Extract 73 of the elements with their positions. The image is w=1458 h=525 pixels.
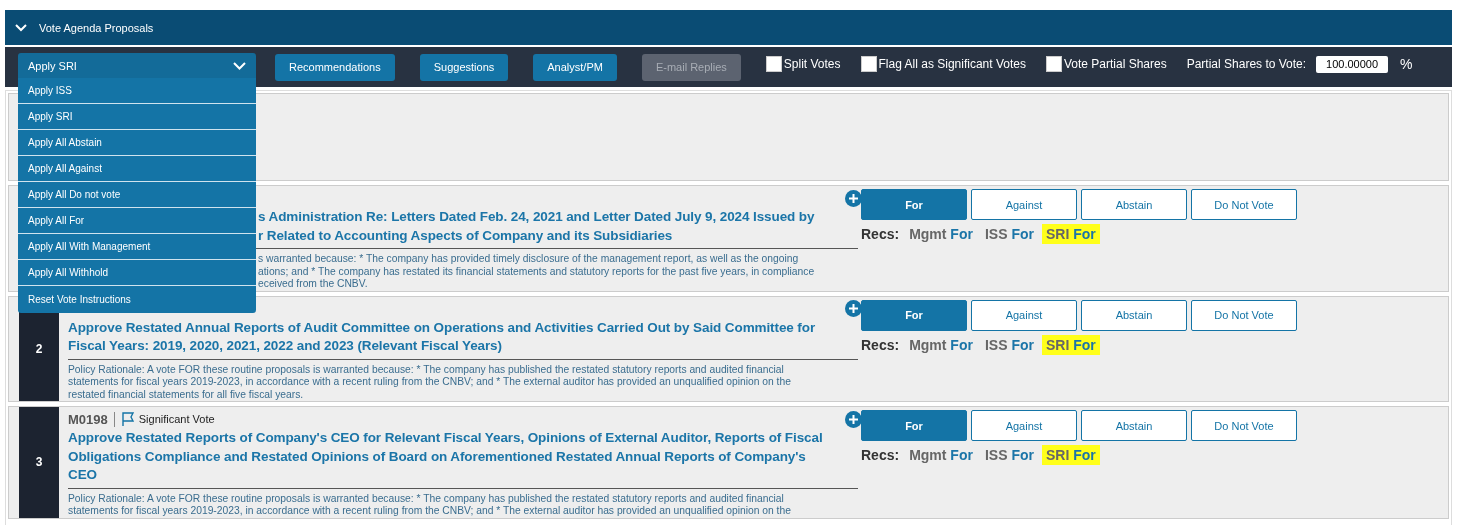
vote-button[interactable]: Abstain [1081,299,1187,331]
flag-icon [119,411,136,427]
policy-rationale: s warranted because: * The company has provided timely disclosure of the management report, as well as the ongoing [258,253,799,266]
recs-label: Recs: [861,226,900,242]
significant-vote-label: Significant Vote [138,413,215,425]
vote-button[interactable]: Do Not Vote [1191,410,1297,441]
proposal-title: Fiscal Years: 2019, 2020, 2021, 2022 and 2023 (Relevant Fiscal Years) [68,337,502,355]
recommendation: Mgmt For [908,225,974,244]
vote-button[interactable]: For [861,299,967,331]
vote-button[interactable]: Against [971,410,1077,441]
policy-rationale: statements for fiscal years 2019-2023, in accordance with a recent ruling from the CNBV; and * The external auditor has provided an unqualified opinion on the [68,376,791,389]
partial-shares-field[interactable]: 100.00000 [1316,55,1389,73]
recommendation: SRI For [1041,334,1100,355]
checkbox-label: Flag All as Significant Votes [878,57,1026,71]
policy-rationale: statements for fiscal years 2019-2023, in accordance with a recent ruling from the CNBV; and * The external auditor has provided an unqualified opinion on the [68,505,791,518]
vote-button[interactable]: Abstain [1081,189,1187,220]
menu-item[interactable]: Apply All Against [18,156,256,182]
menu-item[interactable]: Apply All Abstain [18,130,256,156]
recommendation: SRI For [1041,224,1100,244]
checkbox-label: Split Votes [783,57,841,71]
vote-button[interactable]: Do Not Vote [1191,299,1297,331]
section-title: Vote Agenda Proposals [39,21,154,34]
proposal-title: r Related to Accounting Aspects of Company and its Subsidiaries [258,226,673,245]
toolbar-button[interactable]: Recommendations [275,53,395,81]
chevron-down-icon [233,61,246,70]
recommendation: ISS For [983,335,1035,355]
chevron-down-icon [15,23,27,32]
policy-rationale: restated financial statements for all five fiscal years. [68,388,304,401]
vote-button[interactable]: Against [971,299,1077,331]
checkbox[interactable] [1045,56,1062,72]
vote-button[interactable]: Abstain [1081,410,1187,441]
policy-rationale: Policy Rationale: A vote FOR these routine proposals is warranted because: * The company has published the restated statutory reports and audited financial [68,363,784,376]
menu-item[interactable]: Apply All With Management [18,234,256,260]
vote-button[interactable]: For [861,410,967,441]
recommendation: ISS For [983,225,1035,244]
proposal-number: 3 [35,455,43,470]
recommendation: ISS For [983,446,1035,465]
menu-item[interactable]: Reset Vote Instructions [18,286,256,313]
add-icon[interactable] [845,300,862,317]
recommendation: Mgmt For [908,446,974,465]
proposal-title: Approve Restated Reports of Company's CEO for Relevant Fiscal Years, Opinions of External Auditor, Reports of Fiscal [68,429,823,447]
percent-unit: % [1400,56,1413,72]
proposal-number: 2 [35,341,43,356]
policy-rationale: Policy Rationale: A vote FOR these routine proposals is warranted because: * The company has published the restated statutory reports and audited financial [68,492,784,505]
policy-rationale: ations; and * The company has restated its financial statements and statutory reports for the past five years, in compliance [258,265,815,278]
checkbox[interactable] [765,56,782,72]
proposal-code: M0198 [68,411,115,427]
menu-item[interactable]: Apply All Do not vote [18,182,256,208]
vote-button[interactable]: Against [971,189,1077,220]
proposal-title: CEO [68,466,97,484]
proposal-title: s Administration Re: Letters Dated Feb. 24, 2021 and Letter Dated July 9, 2024 Issued by [258,208,815,226]
vote-button[interactable]: Do Not Vote [1191,189,1297,220]
menu-item[interactable]: Apply All Withhold [18,260,256,286]
checkbox-label: Vote Partial Shares [1063,57,1167,71]
recommendation: SRI For [1041,445,1100,465]
toolbar-button[interactable]: Analyst/PM [533,53,617,81]
add-icon[interactable] [845,410,862,428]
toolbar-button[interactable]: Suggestions [419,53,509,81]
partial-shares-label: Partial Shares to Vote: [1186,57,1307,71]
menu-item[interactable]: Apply ISS [18,78,256,104]
section-header[interactable]: Vote Agenda Proposals [5,10,1452,45]
apply-dropdown[interactable]: Apply SRI [18,53,256,78]
vote-button[interactable]: For [861,189,967,220]
proposal-title: Approve Restated Annual Reports of Audit Committee on Operations and Activities Carried Out by Said Committee for [68,318,816,337]
proposal-title: Obligations Compliance and Restated Opinions of Board on Aforementioned Restated Annual Reports of Company's [68,447,806,466]
recs-label: Recs: [861,447,900,463]
policy-rationale: eceived from the CNBV. [258,278,368,291]
checkbox[interactable] [860,56,877,72]
menu-item[interactable]: Apply SRI [18,104,256,130]
add-icon[interactable] [845,189,862,207]
recommendation: Mgmt For [908,335,974,355]
recs-label: Recs: [861,336,900,353]
menu-item[interactable]: Apply All For [18,208,256,234]
